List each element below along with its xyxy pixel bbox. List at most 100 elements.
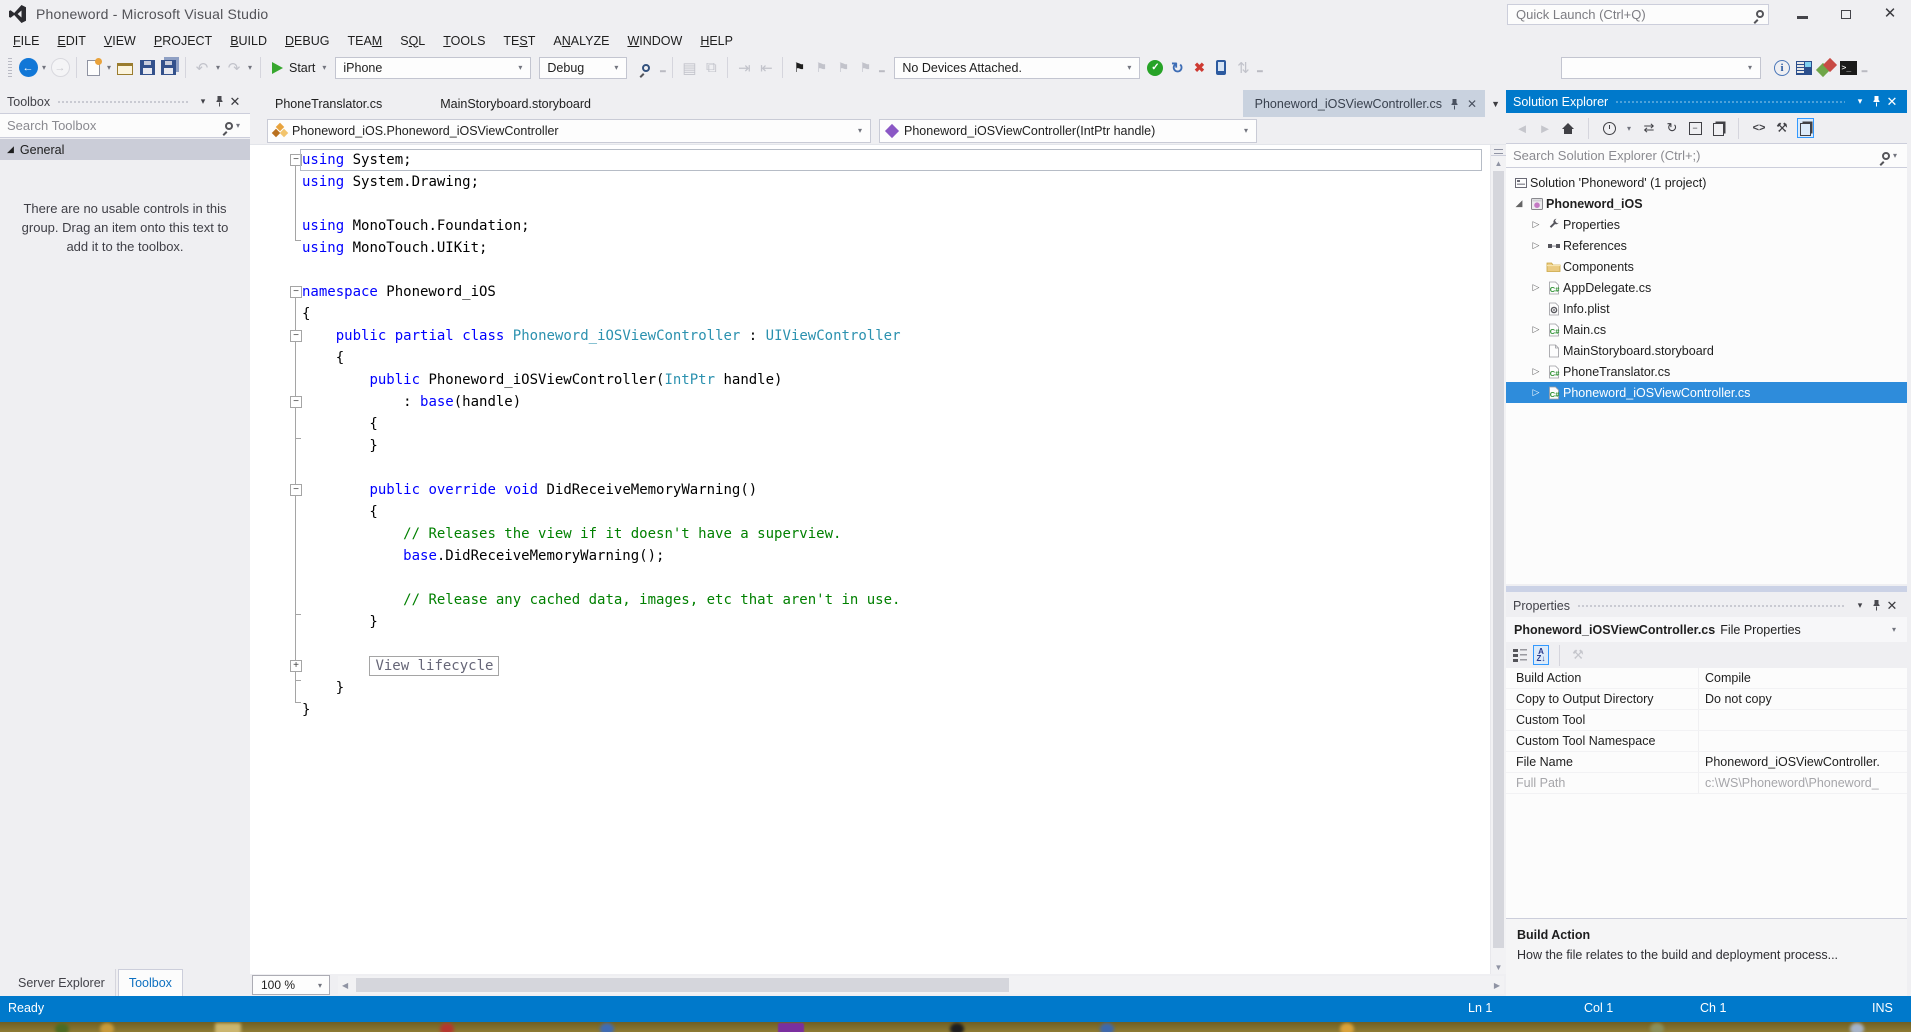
detach-button[interactable]: ⇤ xyxy=(755,57,777,79)
member-dropdown[interactable]: Phoneword_iOSViewController(IntPtr handl… xyxy=(879,119,1257,143)
menu-item-analyze[interactable]: ANALYZE xyxy=(544,31,618,51)
command-window-button[interactable]: >_ xyxy=(1837,57,1859,79)
property-row[interactable]: Build ActionCompile xyxy=(1506,668,1907,689)
property-pages-icon[interactable]: ⚒ xyxy=(1570,645,1586,665)
pin-icon[interactable] xyxy=(1868,599,1884,613)
expander-expanded-icon[interactable]: ◢ xyxy=(1511,198,1527,209)
property-row[interactable]: Full Pathc:\WS\Phoneword\Phoneword_ xyxy=(1506,773,1907,794)
refresh-icon[interactable]: ↻ xyxy=(1664,118,1680,138)
find-button[interactable] xyxy=(635,57,657,79)
type-dropdown[interactable]: Phoneword_iOS.Phoneword_iOSViewControlle… xyxy=(267,119,871,143)
device-info-button[interactable]: ⇅ xyxy=(1232,57,1254,79)
device-target-combo[interactable]: iPhone ▾ xyxy=(335,57,531,79)
property-value[interactable]: c:\WS\Phoneword\Phoneword_ xyxy=(1698,773,1907,793)
back-icon[interactable]: ◄ xyxy=(1514,118,1530,138)
tab-phonetranslator[interactable]: PhoneTranslator.cs xyxy=(261,90,396,117)
close-icon[interactable]: ✕ xyxy=(1467,97,1477,111)
scroll-left-icon[interactable]: ◀ xyxy=(342,976,348,994)
feedback-info-button[interactable]: i xyxy=(1771,57,1793,79)
undo-dropdown-icon[interactable]: ▾ xyxy=(213,63,223,72)
start-debug-button[interactable]: Start ▾ xyxy=(266,61,335,75)
close-icon[interactable]: ✕ xyxy=(1884,94,1900,110)
copy-parent-button[interactable]: ⧉ xyxy=(700,57,722,79)
expander-collapsed-icon[interactable]: ▷ xyxy=(1528,282,1544,293)
redo-button[interactable]: ↷ xyxy=(223,57,245,79)
pin-icon[interactable] xyxy=(1449,98,1460,110)
menu-item-window[interactable]: WINDOW xyxy=(618,31,691,51)
search-icon[interactable] xyxy=(225,122,233,130)
quick-launch-input[interactable] xyxy=(1516,7,1756,22)
menu-item-team[interactable]: TEAM xyxy=(338,31,391,51)
window-position-icon[interactable]: ▾ xyxy=(1852,96,1868,107)
tree-item-components[interactable]: Components xyxy=(1506,256,1907,277)
new-file-button[interactable] xyxy=(82,57,104,79)
expander-collapsed-icon[interactable]: ▷ xyxy=(1528,324,1544,335)
toolbar-overflow-icon[interactable]: ‗ xyxy=(657,62,667,73)
open-file-button[interactable] xyxy=(114,57,136,79)
panel-drag-texture[interactable] xyxy=(1615,100,1845,105)
toolbox-search-input[interactable] xyxy=(7,118,225,133)
chevron-down-icon[interactable]: ▾ xyxy=(1890,151,1900,160)
tab-list-chevron-icon[interactable]: ▼ xyxy=(1485,90,1506,117)
tab-phoneword-iosviewcontroller[interactable]: Phoneword_iOSViewController.cs ✕ xyxy=(1243,90,1485,117)
tab-server-explorer[interactable]: Server Explorer xyxy=(8,969,116,996)
panel-drag-texture[interactable] xyxy=(1577,604,1845,609)
property-row[interactable]: Custom Tool Namespace xyxy=(1506,731,1907,752)
panel-splitter[interactable] xyxy=(1506,586,1907,592)
menu-item-edit[interactable]: EDIT xyxy=(48,31,94,51)
vertical-scrollbar[interactable]: ▲ ▼ xyxy=(1490,145,1506,974)
horizontal-scrollbar[interactable]: ◀ ▶ xyxy=(338,976,1504,994)
undo-button[interactable]: ↶ xyxy=(191,57,213,79)
pin-icon[interactable] xyxy=(211,95,227,109)
preview-selected-items-icon[interactable] xyxy=(1797,118,1814,138)
extensions-button[interactable] xyxy=(1815,57,1837,79)
save-all-button[interactable] xyxy=(158,57,180,79)
navigate-forward-button[interactable]: → xyxy=(49,57,71,79)
expander-collapsed-icon[interactable]: ▷ xyxy=(1528,219,1544,230)
expand-glyph[interactable]: + xyxy=(290,660,302,672)
show-all-files-icon[interactable] xyxy=(1710,118,1726,138)
scroll-down-icon[interactable]: ▼ xyxy=(1491,963,1506,972)
collapsed-region-box[interactable]: View lifecycle xyxy=(369,656,499,676)
close-icon[interactable]: ✕ xyxy=(1884,598,1900,614)
window-position-icon[interactable]: ▾ xyxy=(195,96,211,107)
menu-item-sql[interactable]: SQL xyxy=(391,31,434,51)
menu-item-view[interactable]: VIEW xyxy=(95,31,145,51)
redo-dropdown-icon[interactable]: ▾ xyxy=(245,63,255,72)
menu-item-build[interactable]: BUILD xyxy=(221,31,276,51)
restore-button[interactable] xyxy=(1839,7,1853,22)
expander-collapsed-icon[interactable]: ▷ xyxy=(1528,240,1544,251)
tree-item-phoneword-ios[interactable]: ◢Phoneword_iOS xyxy=(1506,193,1907,214)
code-editor[interactable]: −−−−−+ using System;using System.Drawing… xyxy=(250,144,1506,974)
connection-status-icon[interactable]: ✓ xyxy=(1144,57,1166,79)
alphabetical-sort-icon[interactable]: AZ↓ xyxy=(1533,645,1549,665)
expander-collapsed-icon[interactable]: ▷ xyxy=(1528,366,1544,377)
scroll-right-icon[interactable]: ▶ xyxy=(1494,976,1500,994)
toolbar-grip[interactable] xyxy=(8,58,12,78)
breakpoints-window-button[interactable]: ▤ xyxy=(678,57,700,79)
editor-splitter-handle[interactable] xyxy=(1491,145,1506,156)
chevron-down-icon[interactable]: ▾ xyxy=(1624,124,1634,133)
quick-launch-box[interactable] xyxy=(1507,4,1769,25)
sync-with-active-document-icon[interactable]: ⇄ xyxy=(1641,118,1657,138)
expander-collapsed-icon[interactable]: ▷ xyxy=(1528,387,1544,398)
configuration-combo[interactable]: Debug ▾ xyxy=(539,57,627,79)
tab-toolbox[interactable]: Toolbox xyxy=(118,969,183,996)
tree-item-phoneword-iosviewcontroller-cs[interactable]: ▷C#Phoneword_iOSViewController.cs xyxy=(1506,382,1907,403)
refresh-devices-button[interactable]: ↻ xyxy=(1166,57,1188,79)
close-icon[interactable]: ✕ xyxy=(227,94,243,110)
collapse-glyph[interactable]: − xyxy=(290,484,302,496)
properties-wrench-icon[interactable]: ⚒ xyxy=(1774,118,1790,138)
panel-drag-texture[interactable] xyxy=(57,100,188,105)
tree-item-references[interactable]: ▷References xyxy=(1506,235,1907,256)
close-button[interactable]: ✕ xyxy=(1883,9,1897,19)
property-row[interactable]: File NamePhoneword_iOSViewController. xyxy=(1506,752,1907,773)
scroll-up-icon[interactable]: ▲ xyxy=(1491,159,1506,168)
view-code-icon[interactable]: <> xyxy=(1751,118,1767,138)
new-file-dropdown-icon[interactable]: ▾ xyxy=(104,63,114,72)
chevron-down-icon[interactable]: ▾ xyxy=(233,121,243,130)
unused-combo[interactable]: ▾ xyxy=(1561,57,1761,79)
navigate-back-dropdown-icon[interactable]: ▾ xyxy=(39,63,49,72)
ios-devices-combo[interactable]: No Devices Attached. ▾ xyxy=(894,57,1140,79)
scrollbar-thumb[interactable] xyxy=(1493,171,1504,948)
